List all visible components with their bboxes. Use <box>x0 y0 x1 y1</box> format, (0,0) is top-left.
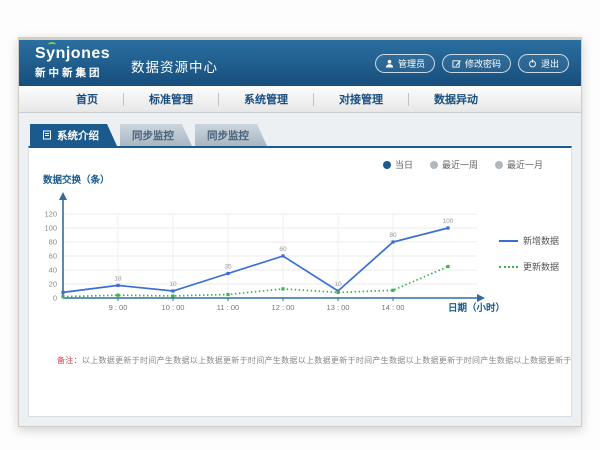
change-password-button[interactable]: 修改密码 <box>442 54 511 73</box>
app-header: Synjones 新中新集团 数据资源中心 管理员 修改密码 退出 <box>19 40 581 86</box>
radio-last-month[interactable]: 最近一月 <box>495 158 543 171</box>
svg-text:14 : 00: 14 : 00 <box>382 303 405 312</box>
radio-last-month-label: 最近一月 <box>507 158 543 171</box>
dotted-line-swatch-icon <box>499 266 518 268</box>
svg-text:10: 10 <box>334 281 342 288</box>
svg-text:100: 100 <box>44 224 57 233</box>
logo-wordmark: Synjones <box>35 45 110 63</box>
admin-user-button[interactable]: 管理员 <box>375 54 435 73</box>
user-icon <box>385 59 394 68</box>
svg-text:120: 120 <box>44 210 57 219</box>
radio-today[interactable]: 当日 <box>383 158 413 171</box>
main-nav: 首页 标准管理 系统管理 对接管理 数据异动 <box>19 86 581 113</box>
footnote-prefix: 备注： <box>57 356 82 365</box>
leaf-icon <box>48 42 56 47</box>
svg-text:12 : 00: 12 : 00 <box>272 303 295 312</box>
nav-item-interface-management[interactable]: 对接管理 <box>314 91 408 107</box>
svg-text:18: 18 <box>114 275 122 282</box>
line-chart: 0 20 40 60 80 100 120 9 : 00 10 : 00 11 : 00 12 : … <box>37 186 507 336</box>
svg-text:0: 0 <box>53 294 57 303</box>
company-logo: Synjones 新中新集团 <box>35 45 110 80</box>
tab-sync-monitor-2[interactable]: 同步监控 <box>195 124 267 146</box>
nav-item-home[interactable]: 首页 <box>51 91 123 107</box>
svg-text:11 : 00: 11 : 00 <box>217 303 239 312</box>
tab-label: 同步监控 <box>207 128 249 143</box>
footnote: 备注：以上数据更新于时间产生数据以上数据更新于时间产生数据以上数据更新于时间产生… <box>57 355 572 366</box>
svg-text:80: 80 <box>49 238 57 247</box>
svg-text:20: 20 <box>49 280 57 289</box>
tab-sync-monitor-1[interactable]: 同步监控 <box>120 124 192 146</box>
logout-label: 退出 <box>541 57 559 70</box>
svg-text:60: 60 <box>279 246 287 253</box>
svg-text:10: 10 <box>169 281 177 288</box>
logo-text: Synjones <box>35 45 110 62</box>
svg-text:日期（小时）: 日期（小时） <box>448 302 505 314</box>
radio-dot-icon <box>383 161 391 169</box>
legend-item-updated-data[interactable]: 更新数据 <box>499 260 563 273</box>
legend-label: 更新数据 <box>523 260 559 273</box>
svg-text:40: 40 <box>49 266 57 275</box>
logout-button[interactable]: 退出 <box>518 54 569 73</box>
solid-line-swatch-icon <box>499 240 518 242</box>
nav-item-data-changes[interactable]: 数据异动 <box>409 91 503 107</box>
logo-company-name: 新中新集团 <box>35 67 103 79</box>
radio-today-label: 当日 <box>395 158 413 171</box>
svg-text:10 : 00: 10 : 00 <box>162 303 185 312</box>
radio-last-week-label: 最近一周 <box>442 158 478 171</box>
content-area: 系统介绍 同步监控 同步监控 当日 最近一周 <box>19 113 581 426</box>
edit-icon <box>452 59 461 68</box>
footnote-text: 以上数据更新于时间产生数据以上数据更新于时间产生数据以上数据更新于时间产生数据以… <box>82 356 572 365</box>
tab-label: 同步监控 <box>132 128 174 143</box>
y-axis-title: 数据交换（条） <box>43 172 110 186</box>
svg-text:60: 60 <box>49 252 57 261</box>
admin-user-label: 管理员 <box>398 57 425 70</box>
page-title: 数据资源中心 <box>131 56 218 76</box>
chart-panel: 当日 最近一周 最近一月 数据交换（条） 0 20 40 60 80 100 120 9 : … <box>28 146 572 417</box>
radio-dot-icon <box>430 161 438 169</box>
legend-label: 新增数据 <box>523 234 559 247</box>
time-filter: 当日 最近一周 最近一月 <box>383 158 543 171</box>
radio-last-week[interactable]: 最近一周 <box>430 158 478 171</box>
legend-item-new-data[interactable]: 新增数据 <box>499 234 563 247</box>
header-actions: 管理员 修改密码 退出 <box>375 54 569 73</box>
radio-dot-icon <box>495 161 503 169</box>
tab-bar: 系统介绍 同步监控 同步监控 <box>30 124 572 146</box>
svg-text:80: 80 <box>389 232 397 239</box>
svg-text:100: 100 <box>443 218 454 225</box>
svg-text:13 : 00: 13 : 00 <box>327 303 350 312</box>
tab-system-intro[interactable]: 系统介绍 <box>30 124 117 146</box>
chart-legend: 新增数据 更新数据 <box>499 234 563 286</box>
nav-item-standard-management[interactable]: 标准管理 <box>124 91 218 107</box>
document-icon <box>42 130 52 140</box>
svg-text:9 : 00: 9 : 00 <box>109 303 128 312</box>
nav-item-system-management[interactable]: 系统管理 <box>219 91 313 107</box>
app-window: Synjones 新中新集团 数据资源中心 管理员 修改密码 退出 首页 标准管… <box>18 37 582 427</box>
tab-label: 系统介绍 <box>57 128 99 143</box>
svg-text:35: 35 <box>224 264 232 271</box>
power-icon <box>528 59 537 68</box>
change-password-label: 修改密码 <box>465 57 501 70</box>
